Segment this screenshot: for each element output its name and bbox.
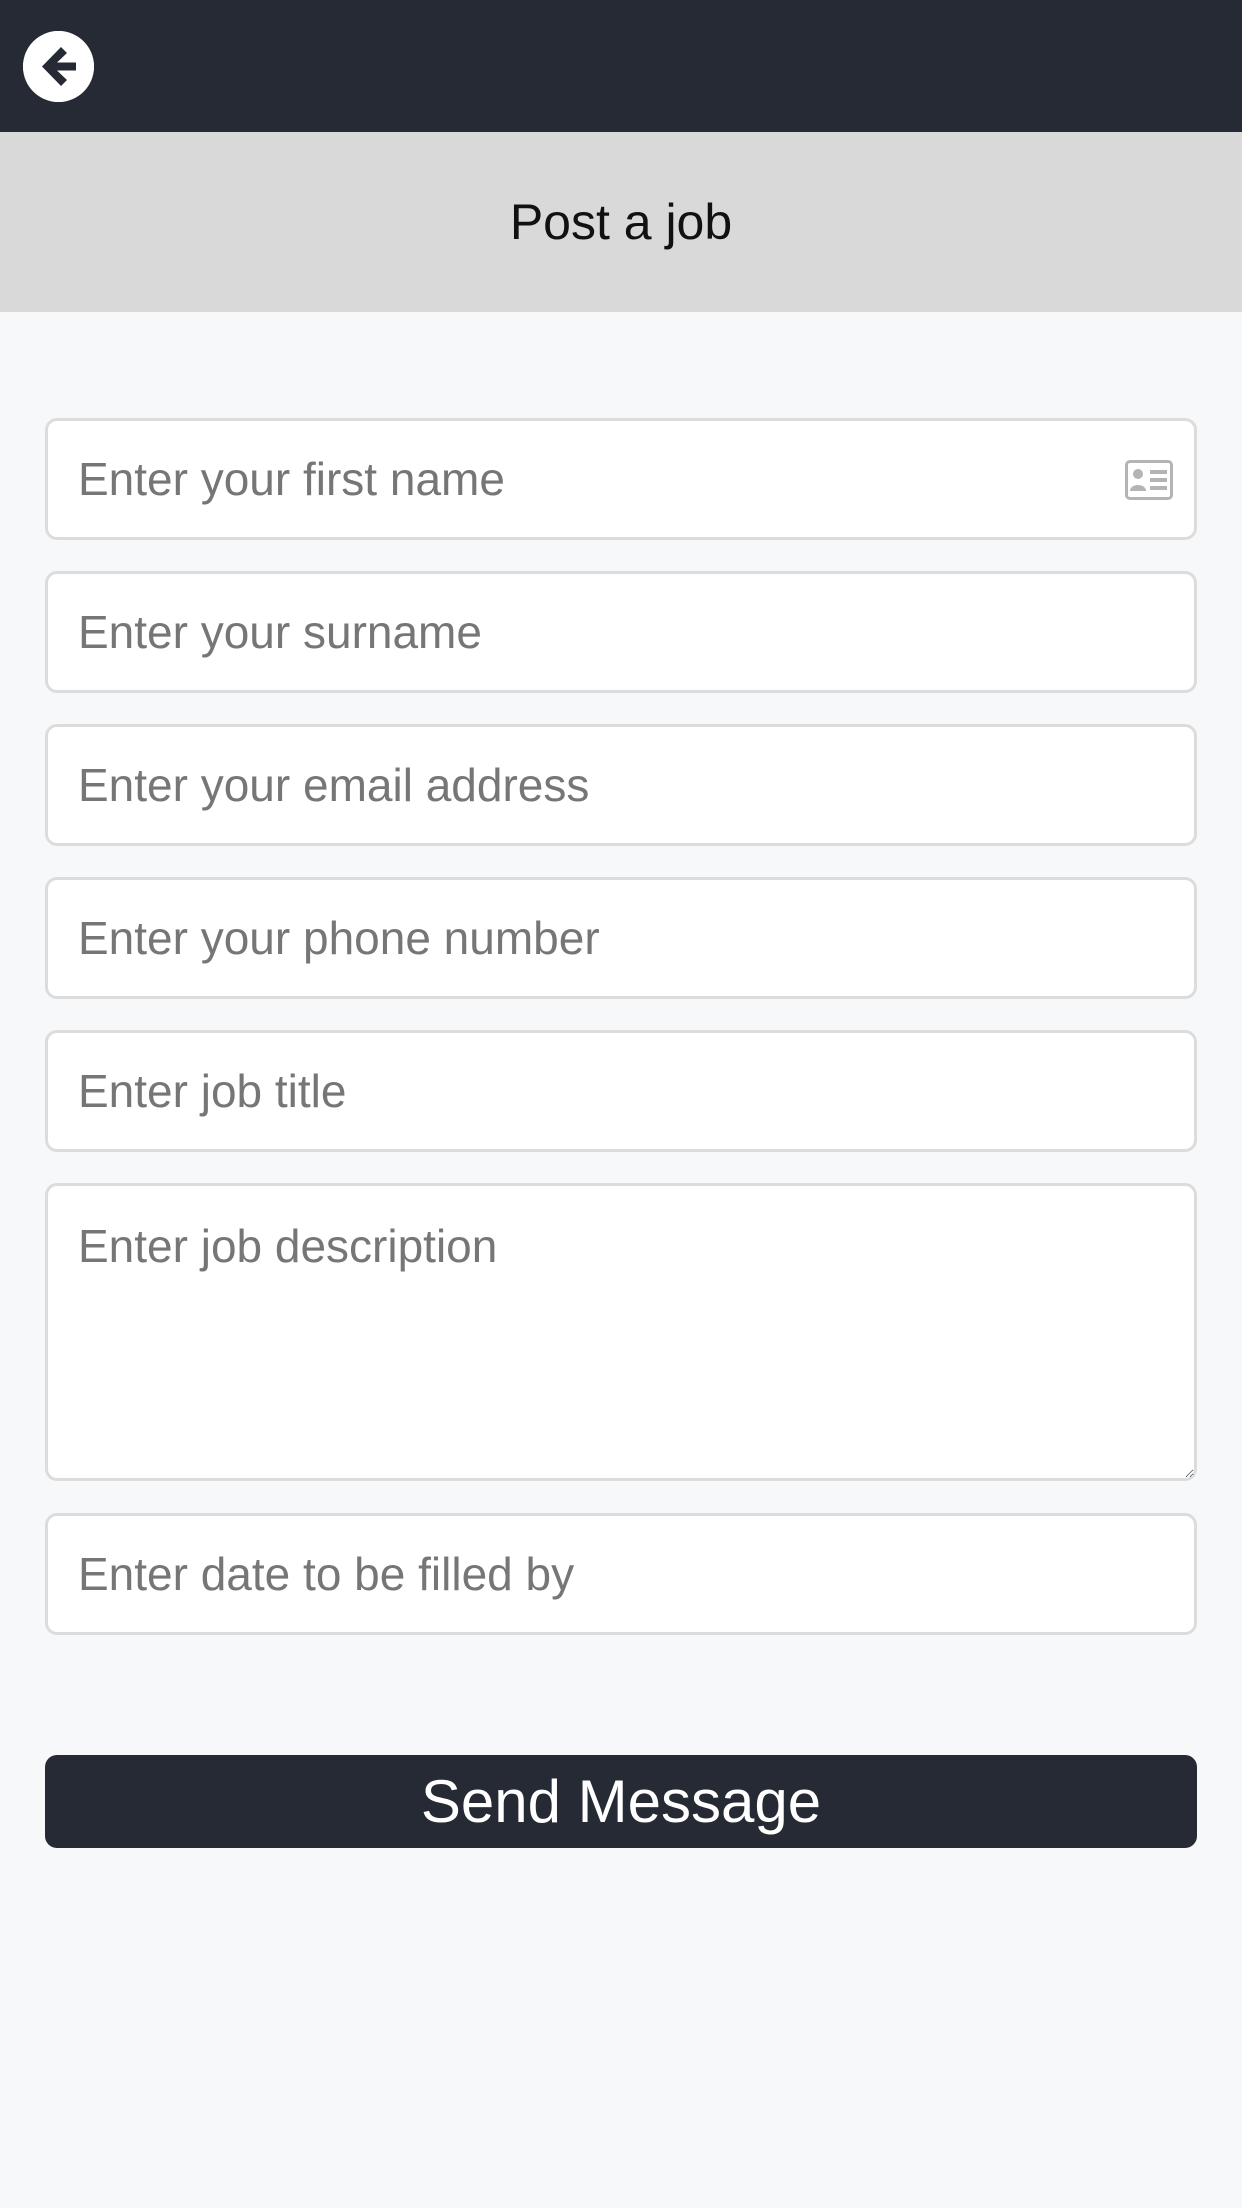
surname-input[interactable]	[45, 571, 1197, 693]
first-name-input[interactable]	[45, 418, 1197, 540]
phone-input[interactable]	[45, 877, 1197, 999]
arrow-left-circle-icon	[23, 31, 94, 102]
page-title: Post a job	[509, 194, 733, 250]
send-message-button[interactable]: Send Message	[45, 1755, 1197, 1848]
job-title-input[interactable]	[45, 1030, 1197, 1152]
date-to-fill-input[interactable]	[45, 1513, 1197, 1635]
page-title-bar: Post a job	[0, 132, 1242, 312]
id-card-icon	[1125, 460, 1173, 500]
top-app-bar	[0, 0, 1242, 132]
back-button[interactable]	[23, 31, 94, 102]
email-input[interactable]	[45, 724, 1197, 846]
job-description-textarea[interactable]	[45, 1183, 1197, 1481]
